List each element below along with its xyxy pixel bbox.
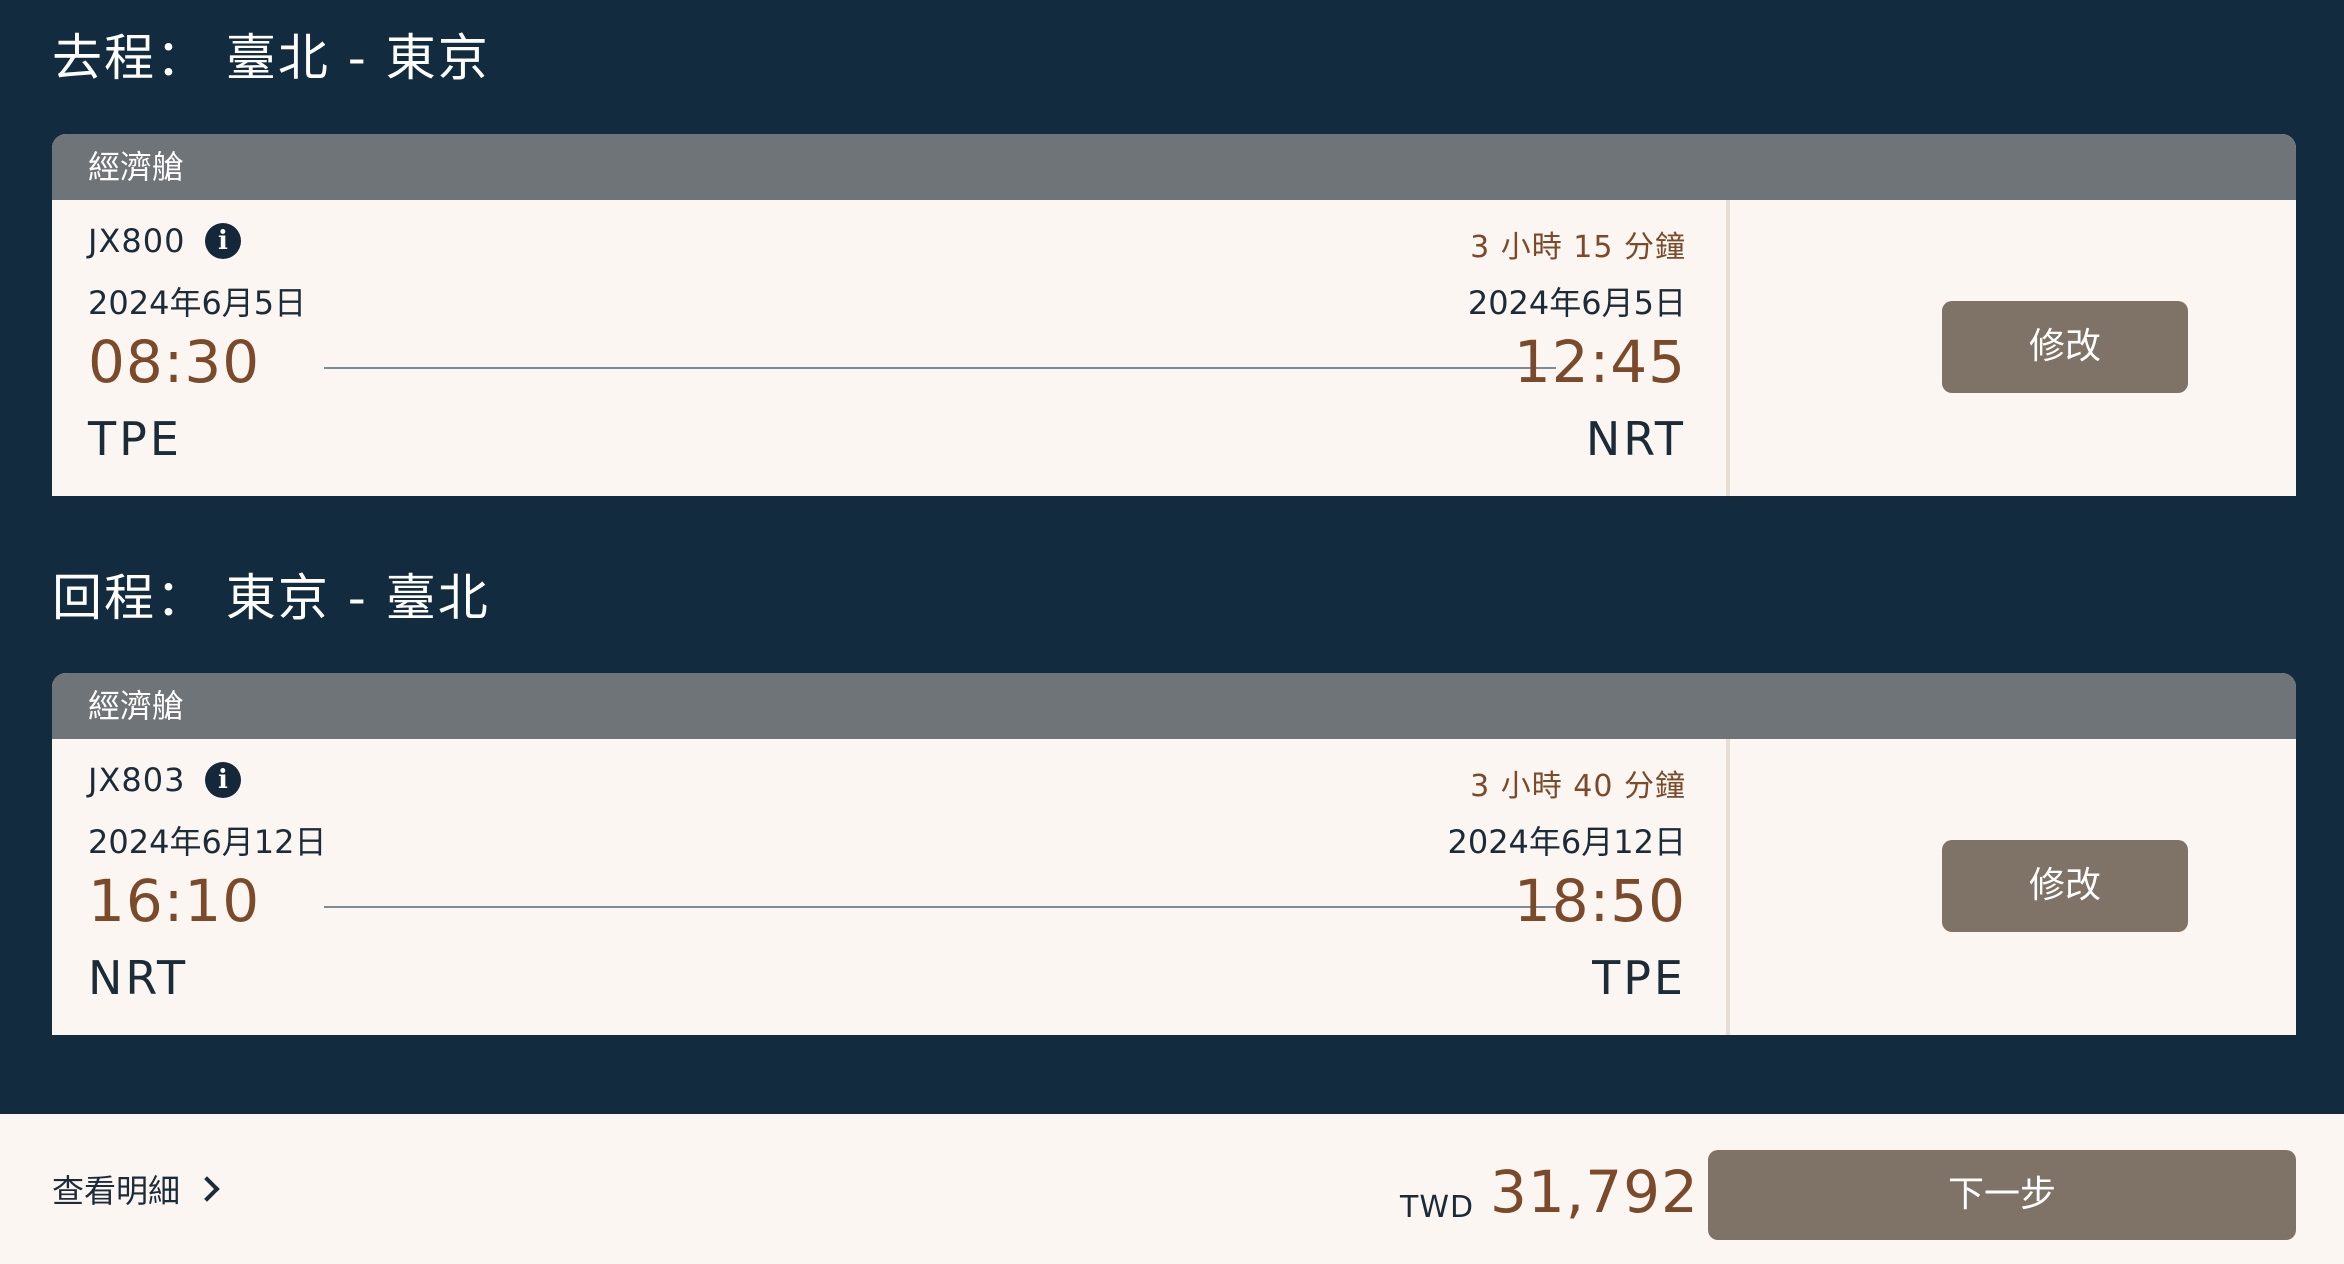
- outbound-title: 去程： 臺北 - 東京: [52, 29, 490, 87]
- flight-number: JX803 i: [88, 761, 242, 799]
- flight-selection-page: 去程： 臺北 - 東京 經濟艙 JX800 i 3 小時 15 分鐘 2024年…: [0, 0, 2344, 1264]
- outbound-flight-card: 經濟艙 JX800 i 3 小時 15 分鐘 2024年6月5日 2024年6月…: [52, 134, 2296, 496]
- departure-date: 2024年6月12日: [88, 823, 327, 861]
- info-icon[interactable]: i: [205, 762, 242, 798]
- flight-details: JX800 i 3 小時 15 分鐘 2024年6月5日 2024年6月5日 0…: [52, 200, 2296, 496]
- total-price: 31,792: [1490, 1158, 1699, 1226]
- flight-action-pane: 修改: [1730, 200, 2296, 496]
- arrival-time: 18:50: [1513, 867, 1686, 935]
- departure-date: 2024年6月5日: [88, 284, 307, 322]
- return-title: 回程： 東京 - 臺北: [52, 569, 490, 627]
- route-line: [324, 906, 1556, 908]
- price-footer: 查看明細 TWD 31,792 下一步: [0, 1114, 2344, 1264]
- departure-time: 16:10: [88, 867, 261, 935]
- flight-number-text: JX800: [88, 222, 186, 260]
- arrival-date: 2024年6月5日: [1467, 284, 1686, 322]
- cabin-class-label: 經濟艙: [52, 673, 2296, 739]
- flight-details: JX803 i 3 小時 40 分鐘 2024年6月12日 2024年6月12日…: [52, 739, 2296, 1035]
- cabin-class-label: 經濟艙: [52, 134, 2296, 200]
- flight-duration: 3 小時 40 分鐘: [1470, 769, 1686, 804]
- arrival-date: 2024年6月12日: [1447, 823, 1686, 861]
- route-line: [324, 367, 1556, 369]
- departure-airport-code: TPE: [88, 412, 182, 466]
- flight-info-pane: JX803 i 3 小時 40 分鐘 2024年6月12日 2024年6月12日…: [52, 739, 1726, 1035]
- info-icon[interactable]: i: [205, 223, 242, 259]
- arrival-airport-code: NRT: [1585, 412, 1686, 466]
- departure-airport-code: NRT: [88, 951, 189, 1005]
- flight-info-pane: JX800 i 3 小時 15 分鐘 2024年6月5日 2024年6月5日 0…: [52, 200, 1726, 496]
- return-flight-card: 經濟艙 JX803 i 3 小時 40 分鐘 2024年6月12日 2024年6…: [52, 673, 2296, 1035]
- view-details-link[interactable]: 查看明細: [52, 1166, 220, 1212]
- arrival-time: 12:45: [1513, 328, 1686, 396]
- departure-time: 08:30: [88, 328, 261, 396]
- flight-duration: 3 小時 15 分鐘: [1470, 230, 1686, 265]
- flight-number: JX800 i: [88, 222, 242, 260]
- flight-action-pane: 修改: [1730, 739, 2296, 1035]
- chevron-right-icon: [194, 1176, 220, 1202]
- flight-number-text: JX803: [88, 761, 186, 799]
- next-step-button[interactable]: 下一步: [1708, 1150, 2296, 1240]
- view-details-label: 查看明細: [52, 1172, 181, 1210]
- modify-return-button[interactable]: 修改: [1942, 840, 2188, 932]
- arrival-airport-code: TPE: [1592, 951, 1686, 1005]
- currency-label: TWD: [1400, 1190, 1475, 1225]
- modify-outbound-button[interactable]: 修改: [1942, 301, 2188, 393]
